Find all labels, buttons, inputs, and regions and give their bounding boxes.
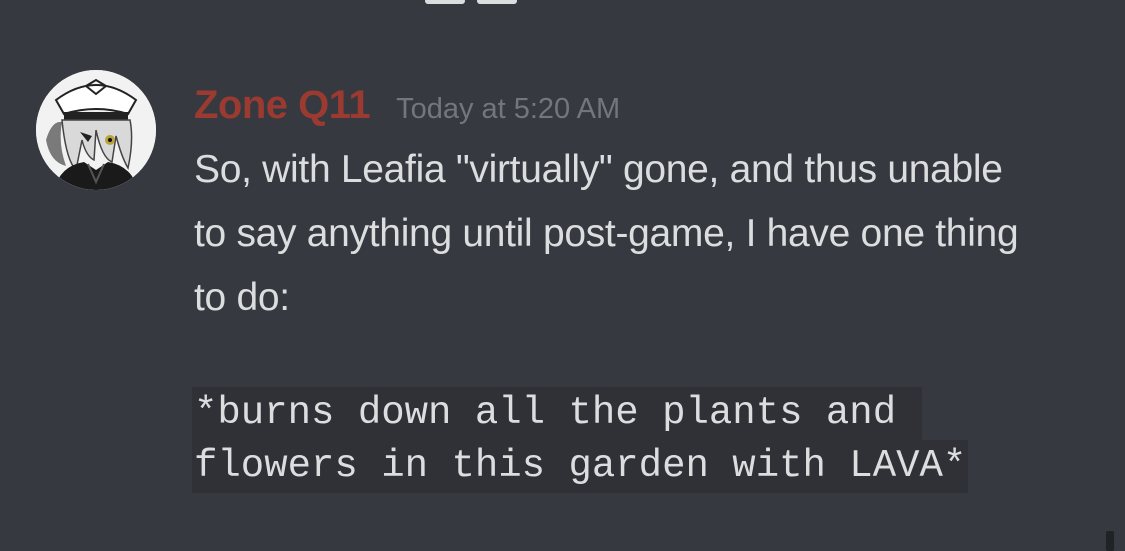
message-timestamp[interactable]: Today at 5:20 AM [396,84,620,134]
code-line: flowers in this garden with LAVA* [192,440,969,493]
avatar[interactable] [36,70,156,190]
code-line: *burns down all the plants and [192,387,922,440]
avatar-image [36,70,156,190]
chat-message: Zone Q11 Today at 5:20 AM So, with Leafi… [0,0,1125,551]
message-text: So, with Leafia "virtually" gone, and th… [194,148,1019,319]
scrollbar-thumb[interactable] [1106,531,1114,551]
inline-code-block: *burns down all the plants and flowers i… [192,387,1092,493]
message-header: Zone Q11 Today at 5:20 AM [194,80,620,130]
author-name[interactable]: Zone Q11 [194,80,371,130]
